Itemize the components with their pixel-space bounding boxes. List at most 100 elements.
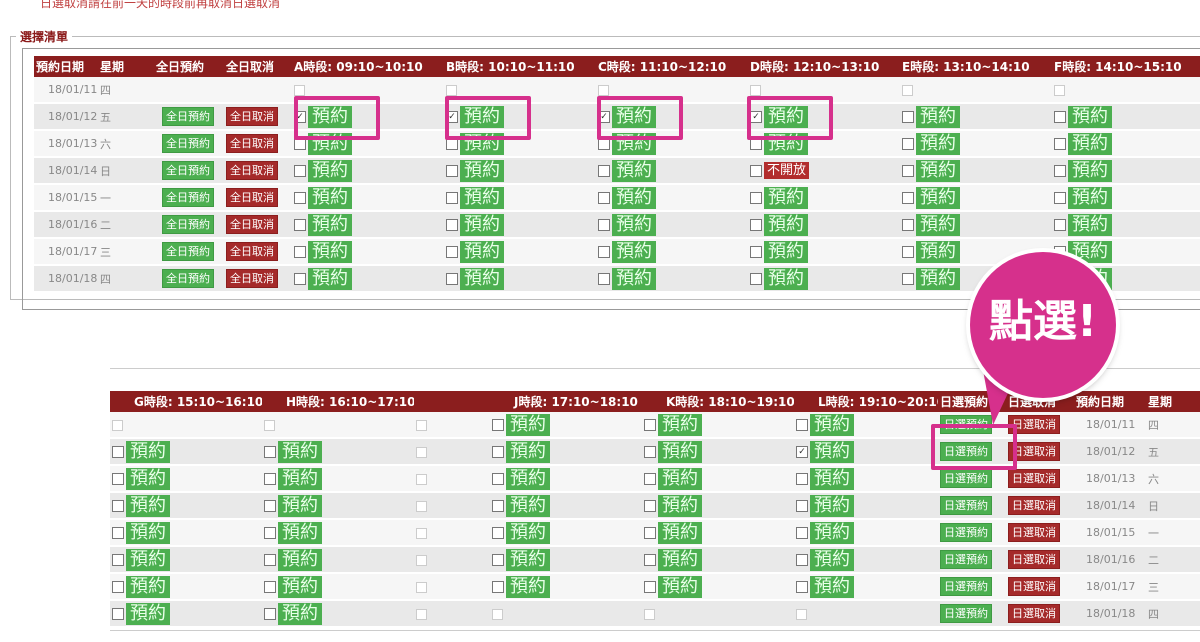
reserve-button[interactable]: 預約 (1068, 186, 1112, 209)
slot-checkbox[interactable] (796, 418, 808, 431)
reserve-button[interactable]: 預約 (278, 548, 322, 571)
day-cancel-button[interactable]: 全日取消 (226, 215, 278, 234)
slot-checkbox[interactable] (796, 553, 808, 566)
reserve-button[interactable]: 預約 (612, 186, 656, 209)
slot-checkbox[interactable] (1054, 164, 1066, 177)
reserve-button[interactable]: 預約 (764, 213, 808, 236)
checkbox[interactable] (902, 84, 913, 96)
slot-checkbox[interactable] (294, 272, 306, 285)
slot-checkbox[interactable] (902, 218, 914, 231)
reserve-button[interactable]: 預約 (308, 213, 352, 236)
slot-checkbox[interactable] (902, 164, 914, 177)
slot-checkbox[interactable] (112, 526, 124, 539)
day-cancel-button[interactable]: 全日取消 (226, 107, 278, 126)
reserve-button[interactable]: 預約 (308, 267, 352, 290)
day-cancel-button[interactable]: 全日取消 (226, 269, 278, 288)
slot-checkbox[interactable] (598, 218, 610, 231)
slot-checkbox[interactable] (492, 445, 504, 458)
checkbox[interactable] (294, 84, 305, 96)
slot-checkbox[interactable] (796, 526, 808, 539)
slot-checkbox[interactable] (294, 191, 306, 204)
day-reserve-button[interactable]: 全日預約 (162, 134, 214, 153)
day-reserve-button[interactable]: 全日預約 (162, 242, 214, 261)
slot-checkbox[interactable] (492, 553, 504, 566)
checkbox[interactable] (416, 581, 427, 593)
reserve-button[interactable]: 預約 (658, 440, 702, 463)
reserve-button[interactable]: 預約 (764, 267, 808, 290)
slot-checkbox[interactable] (112, 580, 124, 593)
slot-checkbox[interactable] (492, 472, 504, 485)
slot-checkbox[interactable] (264, 580, 276, 593)
reserve-button[interactable]: 預約 (810, 521, 854, 544)
slot-checkbox[interactable] (264, 472, 276, 485)
slot-checkbox[interactable] (264, 499, 276, 512)
reserve-button[interactable]: 預約 (612, 267, 656, 290)
reserve-button[interactable]: 預約 (278, 602, 322, 625)
slot-checkbox[interactable] (446, 272, 458, 285)
reserve-button[interactable]: 預約 (308, 240, 352, 263)
slot-checkbox[interactable] (750, 272, 762, 285)
reserve-button[interactable]: 預約 (308, 159, 352, 182)
slot-checkbox[interactable] (902, 191, 914, 204)
select-cancel-button[interactable]: 日選取消 (1008, 469, 1060, 488)
reserve-button[interactable]: 預約 (506, 521, 550, 544)
slot-checkbox[interactable] (294, 245, 306, 258)
slot-checkbox[interactable] (750, 191, 762, 204)
slot-checkbox[interactable] (264, 553, 276, 566)
reserve-button[interactable]: 預約 (658, 575, 702, 598)
reserve-button[interactable]: 預約 (278, 575, 322, 598)
select-cancel-button[interactable]: 日選取消 (1008, 523, 1060, 542)
reserve-button[interactable]: 預約 (460, 267, 504, 290)
reserve-button[interactable]: 預約 (126, 602, 170, 625)
slot-checkbox[interactable] (750, 218, 762, 231)
reserve-button[interactable]: 預約 (810, 548, 854, 571)
select-reserve-button[interactable]: 日選預約 (940, 550, 992, 569)
slot-checkbox[interactable] (112, 607, 124, 620)
slot-checkbox[interactable] (644, 499, 656, 512)
checkbox[interactable] (750, 84, 761, 96)
select-reserve-button[interactable]: 日選預約 (940, 577, 992, 596)
reserve-button[interactable]: 預約 (126, 575, 170, 598)
reserve-button[interactable]: 預約 (1068, 132, 1112, 155)
checkbox[interactable] (416, 527, 427, 539)
checkbox[interactable] (416, 473, 427, 485)
slot-checkbox[interactable] (598, 272, 610, 285)
checkbox[interactable] (644, 608, 655, 620)
select-cancel-button[interactable]: 日選取消 (1008, 577, 1060, 596)
slot-checkbox[interactable] (446, 164, 458, 177)
reserve-button[interactable]: 預約 (612, 213, 656, 236)
reserve-button[interactable]: 預約 (278, 521, 322, 544)
reserve-button[interactable]: 預約 (916, 105, 960, 128)
slot-checkbox[interactable] (492, 580, 504, 593)
select-reserve-button[interactable]: 日選預約 (940, 496, 992, 515)
slot-checkbox[interactable] (750, 245, 762, 258)
reserve-button[interactable]: 預約 (916, 240, 960, 263)
reserve-button[interactable]: 預約 (810, 440, 854, 463)
reserve-button[interactable]: 預約 (764, 240, 808, 263)
slot-checkbox[interactable] (598, 245, 610, 258)
reserve-button[interactable]: 預約 (1068, 105, 1112, 128)
slot-checkbox[interactable] (112, 445, 124, 458)
slot-checkbox[interactable] (264, 526, 276, 539)
reserve-button[interactable]: 預約 (278, 440, 322, 463)
reserve-button[interactable]: 預約 (916, 267, 960, 290)
reserve-button[interactable]: 預約 (658, 548, 702, 571)
reserve-button[interactable]: 預約 (506, 548, 550, 571)
reserve-button[interactable]: 預約 (916, 159, 960, 182)
reserve-button[interactable]: 預約 (810, 413, 854, 436)
reserve-button[interactable]: 預約 (658, 521, 702, 544)
select-cancel-button[interactable]: 日選取消 (1008, 550, 1060, 569)
slot-checkbox[interactable] (1054, 137, 1066, 150)
day-cancel-button[interactable]: 全日取消 (226, 134, 278, 153)
reserve-button[interactable]: 預約 (506, 413, 550, 436)
reserve-button[interactable]: 預約 (916, 132, 960, 155)
slot-checkbox[interactable] (264, 445, 276, 458)
slot-checkbox[interactable] (902, 110, 914, 123)
select-cancel-button[interactable]: 日選取消 (1008, 496, 1060, 515)
reserve-button[interactable]: 預約 (810, 494, 854, 517)
slot-checkbox[interactable] (644, 526, 656, 539)
slot-checkbox[interactable]: ✓ (796, 445, 808, 458)
reserve-button[interactable]: 預約 (506, 575, 550, 598)
reserve-button[interactable]: 預約 (810, 575, 854, 598)
day-reserve-button[interactable]: 全日預約 (162, 269, 214, 288)
